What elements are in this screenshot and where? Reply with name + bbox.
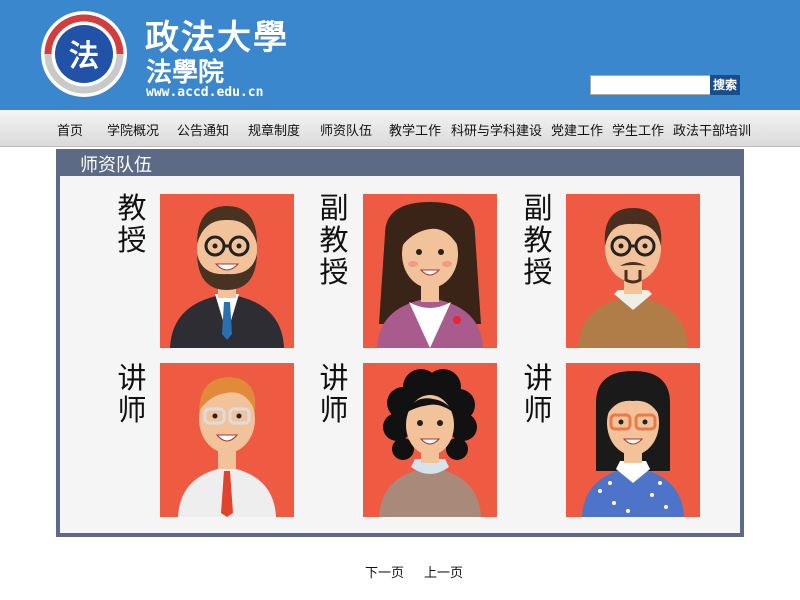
school-logo-icon[interactable]: 法 <box>40 10 128 98</box>
faculty-rank: 讲师 <box>523 361 553 427</box>
search-button[interactable]: 搜索 <box>710 75 740 95</box>
main-nav: 首页 学院概况 公告通知 规章制度 师资队伍 教学工作 科研与学科建设 党建工作… <box>0 110 800 147</box>
faculty-rank: 副教授 <box>319 191 349 289</box>
prev-page-link[interactable]: 上一页 <box>424 562 463 581</box>
site-url: www.accd.edu.cn <box>146 85 264 100</box>
nav-item-teaching[interactable]: 教学工作 <box>389 120 441 139</box>
nav-item-about[interactable]: 学院概况 <box>107 120 159 139</box>
curly-haired-woman-icon[interactable] <box>363 363 497 517</box>
bearded-man-glasses-suit-icon[interactable] <box>160 194 294 348</box>
faculty-panel: 师资队伍 教授 副教授 副 教 授 讲 师 讲 师 讲 师 <box>56 149 744 537</box>
young-man-glasses-tie-icon[interactable] <box>160 363 294 517</box>
next-page-link[interactable]: 下一页 <box>365 562 404 581</box>
nav-item-faculty[interactable]: 师资队伍 <box>320 120 372 139</box>
faculty-grid: 教授 副教授 副 教 授 讲 师 讲 师 讲 师 <box>60 176 740 533</box>
faculty-rank: 讲师 <box>319 361 349 427</box>
faculty-rank: 讲师 <box>117 361 147 427</box>
logo-char: 法 <box>69 39 99 74</box>
long-haired-woman-icon[interactable] <box>363 194 497 348</box>
department-name: 法學院 <box>146 58 225 88</box>
nav-item-party[interactable]: 党建工作 <box>551 120 603 139</box>
panel-title: 师资队伍 <box>80 155 152 176</box>
nav-item-training[interactable]: 政法干部培训 <box>673 120 751 139</box>
woman-glasses-polka-dot-icon[interactable] <box>566 363 700 517</box>
nav-item-home[interactable]: 首页 <box>57 120 83 139</box>
nav-item-regulations[interactable]: 规章制度 <box>248 120 300 139</box>
nav-item-students[interactable]: 学生工作 <box>612 120 664 139</box>
mustached-man-glasses-icon[interactable] <box>566 194 700 348</box>
nav-item-research[interactable]: 科研与学科建设 <box>451 120 542 139</box>
search-input[interactable] <box>590 75 714 95</box>
faculty-rank: 教授 <box>117 191 147 257</box>
nav-item-notices[interactable]: 公告通知 <box>177 120 229 139</box>
site-header: 法 政法大學 法學院 www.accd.edu.cn 搜索 <box>0 0 800 110</box>
faculty-rank: 副教授 <box>523 191 553 289</box>
